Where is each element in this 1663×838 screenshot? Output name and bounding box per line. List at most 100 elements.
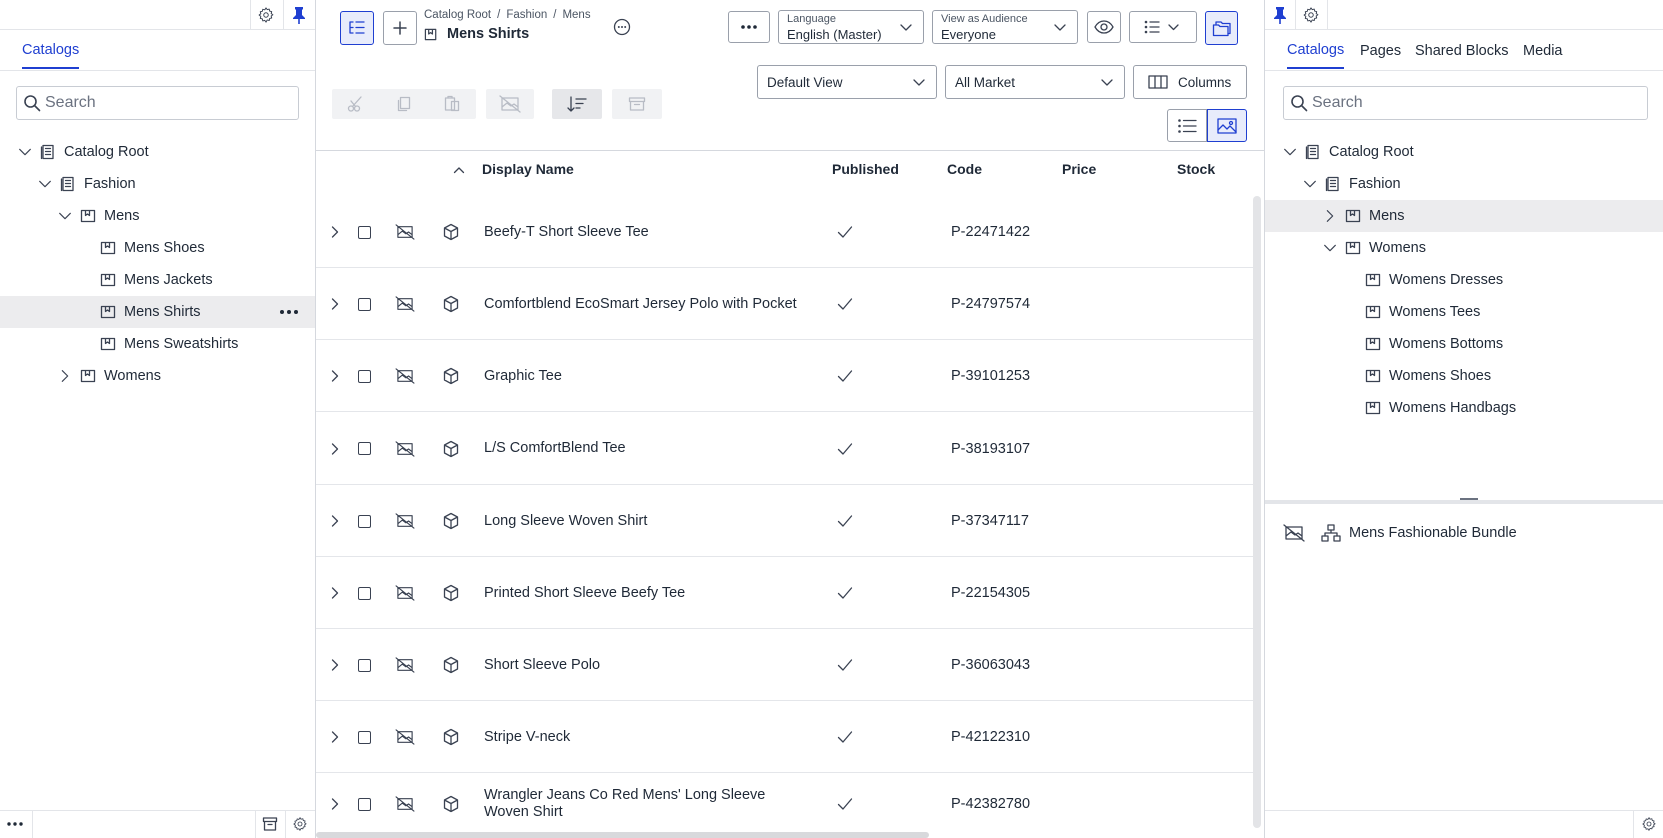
- product-name[interactable]: Graphic Tee: [484, 368, 562, 385]
- chevron-right-icon[interactable]: [57, 368, 73, 384]
- row-checkbox[interactable]: [358, 730, 371, 744]
- cut-icon[interactable]: [347, 95, 365, 113]
- tree-item-fashion[interactable]: Fashion: [36, 168, 136, 200]
- settings-gear-icon[interactable]: [1296, 0, 1326, 30]
- language-dropdown[interactable]: Language English (Master): [778, 10, 924, 44]
- table-row[interactable]: Comfortblend EcoSmart Jersey Polo with P…: [316, 268, 1253, 340]
- tab-shared-blocks[interactable]: Shared Blocks: [1415, 43, 1509, 68]
- column-header-published[interactable]: Published: [832, 161, 899, 177]
- chevron-right-icon[interactable]: [328, 658, 342, 672]
- product-name[interactable]: Long Sleeve Woven Shirt: [484, 513, 647, 530]
- column-header-display-name[interactable]: Display Name: [482, 161, 574, 177]
- tree-item-womens[interactable]: Womens: [1321, 232, 1426, 264]
- chevron-right-icon[interactable]: [1322, 208, 1338, 224]
- title-options-icon[interactable]: [609, 13, 635, 41]
- expand-row-toggle[interactable]: [328, 268, 342, 340]
- chevron-right-icon[interactable]: [328, 514, 342, 528]
- tree-item-mens[interactable]: Mens: [56, 200, 139, 232]
- pane-splitter[interactable]: [1265, 498, 1663, 504]
- chevron-right-icon[interactable]: [328, 797, 342, 811]
- right-search-input[interactable]: [1312, 94, 1542, 112]
- add-button[interactable]: [383, 11, 417, 45]
- product-name[interactable]: Beefy-T Short Sleeve Tee: [484, 224, 649, 241]
- expand-row-toggle[interactable]: [328, 629, 342, 701]
- table-row[interactable]: Short Sleeve Polo P-36063043: [316, 629, 1253, 701]
- paste-icon[interactable]: [443, 95, 461, 113]
- row-checkbox[interactable]: [358, 797, 371, 811]
- list-options-button[interactable]: [1129, 11, 1197, 43]
- expand-row-toggle[interactable]: [328, 340, 342, 412]
- table-row[interactable]: Stripe V-neck P-42122310: [316, 701, 1253, 773]
- column-header-code[interactable]: Code: [947, 161, 982, 177]
- sort-ascending-icon[interactable]: [453, 165, 465, 175]
- bundle-item[interactable]: Mens Fashionable Bundle: [1283, 524, 1517, 542]
- more-actions-icon[interactable]: [273, 296, 305, 328]
- row-checkbox[interactable]: [358, 586, 371, 600]
- expand-row-toggle[interactable]: [328, 557, 342, 629]
- product-name[interactable]: L/S ComfortBlend Tee: [484, 440, 626, 457]
- row-checkbox[interactable]: [358, 225, 371, 239]
- chevron-right-icon[interactable]: [328, 369, 342, 383]
- breadcrumb-item[interactable]: Fashion: [506, 9, 547, 21]
- pin-icon[interactable]: [1265, 0, 1295, 30]
- tab-media[interactable]: Media: [1523, 43, 1563, 68]
- tree-item-catalog-root[interactable]: Catalog Root: [16, 136, 149, 168]
- chevron-down-icon[interactable]: [37, 176, 53, 192]
- expand-row-toggle[interactable]: [328, 485, 342, 557]
- audience-dropdown[interactable]: View as Audience Everyone: [932, 10, 1078, 44]
- breadcrumb-item[interactable]: Catalog Root: [424, 9, 491, 21]
- columns-button[interactable]: Columns: [1133, 65, 1247, 99]
- product-name[interactable]: Stripe V-neck: [484, 729, 570, 746]
- row-checkbox[interactable]: [358, 658, 371, 672]
- tree-item-womens-handbags[interactable]: Womens Handbags: [1341, 392, 1516, 424]
- tree-item-mens-jackets[interactable]: Mens Jackets: [76, 264, 213, 296]
- table-row[interactable]: L/S ComfortBlend Tee P-38193107: [316, 412, 1253, 485]
- chevron-down-icon[interactable]: [1282, 144, 1298, 160]
- left-search-box[interactable]: [16, 86, 299, 120]
- breadcrumb-item[interactable]: Mens: [562, 9, 590, 21]
- tree-item-mens[interactable]: Mens: [1321, 200, 1404, 232]
- tab-catalogs[interactable]: Catalogs: [1287, 42, 1345, 69]
- chevron-down-icon[interactable]: [57, 208, 73, 224]
- settings-gear-icon[interactable]: [286, 810, 314, 838]
- left-search-input[interactable]: [45, 94, 275, 112]
- chevron-down-icon[interactable]: [1302, 176, 1318, 192]
- preview-button[interactable]: [1087, 11, 1121, 43]
- tree-item-womens-shoes[interactable]: Womens Shoes: [1341, 360, 1491, 392]
- tree-item-mens-shoes[interactable]: Mens Shoes: [76, 232, 205, 264]
- archive-tool[interactable]: [612, 89, 662, 119]
- row-checkbox[interactable]: [358, 369, 371, 383]
- row-checkbox[interactable]: [358, 297, 371, 311]
- tab-catalogs[interactable]: Catalogs: [22, 42, 80, 69]
- tree-item-mens-shirts[interactable]: Mens Shirts: [76, 296, 201, 328]
- copy-icon[interactable]: [395, 95, 413, 113]
- more-options-button[interactable]: [728, 11, 770, 43]
- tree-item-mens-sweatshirts[interactable]: Mens Sweatshirts: [76, 328, 238, 360]
- right-search-box[interactable]: [1283, 86, 1648, 120]
- tab-pages[interactable]: Pages: [1360, 43, 1401, 68]
- product-name[interactable]: Short Sleeve Polo: [484, 657, 600, 674]
- settings-gear-icon[interactable]: [251, 0, 281, 30]
- chevron-right-icon[interactable]: [328, 297, 342, 311]
- product-name[interactable]: Wrangler Jeans Co Red Mens' Long Sleeve …: [484, 787, 814, 821]
- chevron-right-icon[interactable]: [328, 225, 342, 239]
- tree-item-womens[interactable]: Womens: [56, 360, 161, 392]
- column-header-price[interactable]: Price: [1062, 161, 1096, 177]
- chevron-right-icon[interactable]: [328, 442, 342, 456]
- product-name[interactable]: Comfortblend EcoSmart Jersey Polo with P…: [484, 296, 797, 313]
- row-checkbox[interactable]: [358, 514, 371, 528]
- expand-row-toggle[interactable]: [328, 196, 342, 268]
- tree-item-womens-bottoms[interactable]: Womens Bottoms: [1341, 328, 1503, 360]
- more-menu-icon[interactable]: [0, 810, 30, 838]
- product-name[interactable]: Printed Short Sleeve Beefy Tee: [484, 585, 685, 602]
- table-row[interactable]: Beefy-T Short Sleeve Tee P-22471422: [316, 196, 1253, 268]
- chevron-down-icon[interactable]: [1322, 240, 1338, 256]
- column-header-stock[interactable]: Stock: [1177, 161, 1215, 177]
- table-row[interactable]: Long Sleeve Woven Shirt P-37347117: [316, 485, 1253, 557]
- expand-row-toggle[interactable]: [328, 773, 342, 835]
- tree-item-womens-tees[interactable]: Womens Tees: [1341, 296, 1480, 328]
- pin-icon[interactable]: [284, 0, 314, 30]
- view-dropdown[interactable]: Default View: [757, 65, 937, 99]
- sort-tool[interactable]: [552, 89, 602, 119]
- tree-item-womens-dresses[interactable]: Womens Dresses: [1341, 264, 1503, 296]
